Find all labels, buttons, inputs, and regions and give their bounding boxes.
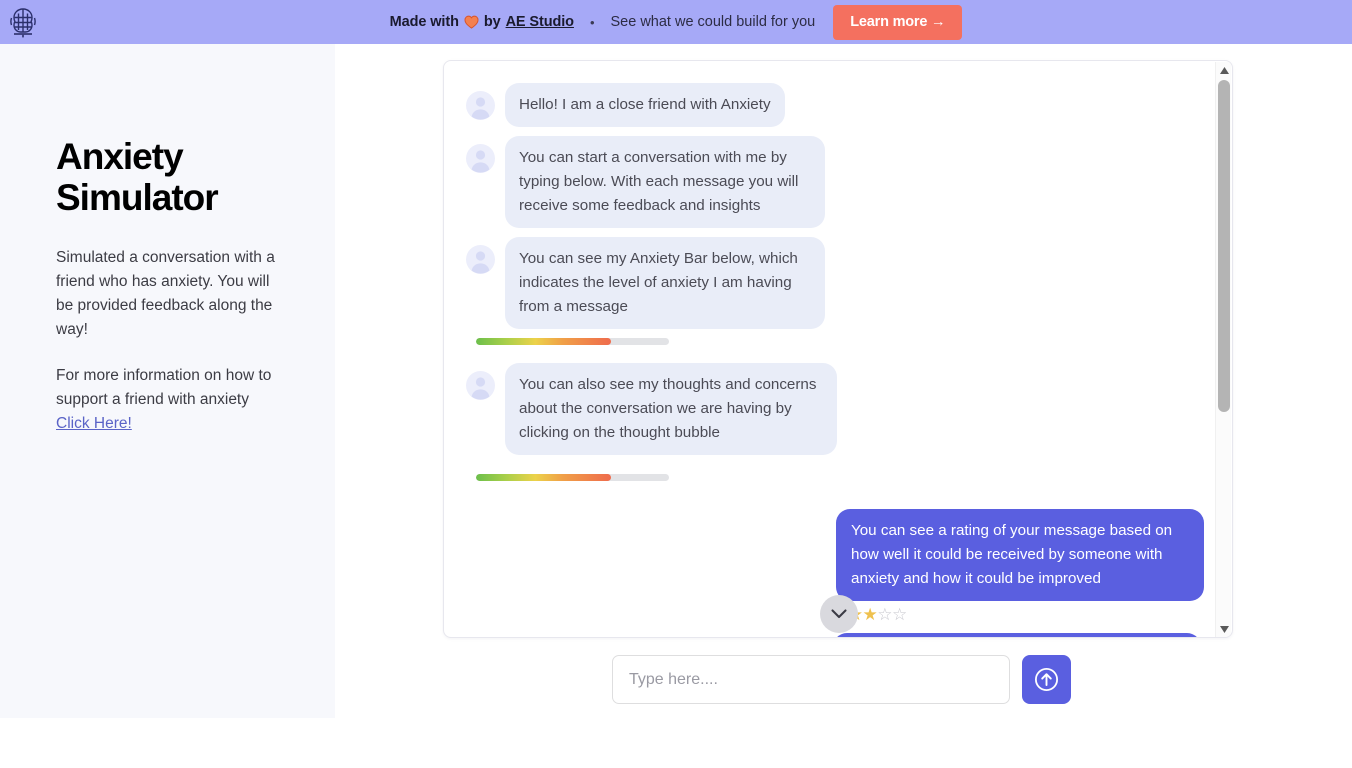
user-avatar-icon [466, 144, 495, 173]
banner-by: by [483, 14, 501, 30]
arrow-up-circle-icon [1034, 667, 1059, 692]
message-bubble: You can see my Anxiety Bar below, which … [505, 237, 825, 329]
message-with-anxiety-bar: You can see my Anxiety Bar below, which … [505, 237, 825, 329]
banner-made-with: Made with [389, 14, 459, 30]
banner-content: Made with by AE Studio • See what we cou… [0, 0, 1352, 44]
banner-tagline: See what we could build for you [610, 14, 816, 30]
page-title: Anxiety Simulator [56, 136, 219, 218]
rating-star[interactable]: ☆ [892, 605, 907, 625]
anxiety-bar [476, 338, 669, 345]
rating-star[interactable]: ★ [863, 605, 878, 625]
chat-scrollbar[interactable] [1215, 62, 1232, 637]
chat-message-bot: Hello! I am a close friend with Anxiety [444, 83, 1217, 127]
scroll-to-bottom-button[interactable] [820, 595, 858, 633]
message-input[interactable] [612, 655, 1010, 704]
user-avatar-icon [466, 371, 495, 400]
chat-message-list[interactable]: Hello! I am a close friend with Anxiety … [444, 61, 1217, 637]
message-bubble: You can also see my thoughts and concern… [505, 363, 837, 455]
send-button[interactable] [1022, 655, 1071, 704]
scrollbar-down-button[interactable] [1216, 621, 1232, 637]
sidebar-more-info: For more information on how to support a… [56, 364, 280, 436]
anxiety-bar-fill [476, 474, 612, 481]
user-avatar-icon [466, 91, 495, 120]
chat-message-bot: You can start a conversation with me by … [444, 136, 1217, 228]
scrollbar-up-button[interactable] [1216, 62, 1232, 79]
triangle-up-icon [1219, 67, 1229, 74]
sidebar-description: Simulated a conversation with a friend w… [56, 249, 275, 338]
chevron-down-icon [831, 608, 847, 618]
message-bubble: You can start a conversation with me by … [505, 136, 825, 228]
banner-separator: • [589, 14, 595, 30]
chat-message-user-partial [833, 633, 1201, 637]
scrollbar-thumb[interactable] [1218, 80, 1230, 412]
sidebar-more-info-text: For more information on how to support a… [56, 367, 272, 408]
message-composer [612, 655, 1071, 704]
rating-star[interactable]: ☆ [877, 605, 892, 625]
anxiety-bar-fill [476, 338, 612, 345]
message-bubble: You can see a rating of your message bas… [836, 509, 1204, 601]
chat-message-user: You can see a rating of your message bas… [444, 509, 1217, 601]
heart-icon [464, 15, 479, 32]
chat-message-bot: You can also see my thoughts and concern… [444, 363, 1217, 455]
triangle-down-icon [1219, 626, 1229, 633]
promo-banner: Made with by AE Studio • See what we cou… [0, 0, 1352, 44]
chat-panel: Hello! I am a close friend with Anxiety … [443, 60, 1233, 638]
chat-message-bot: You can see my Anxiety Bar below, which … [444, 237, 1217, 329]
message-bubble: Hello! I am a close friend with Anxiety [505, 83, 785, 127]
learn-more-button[interactable]: Learn more → [833, 4, 963, 40]
sidebar: Anxiety Simulator Simulated a conversati… [0, 44, 335, 718]
click-here-link[interactable]: Click Here! [56, 415, 132, 432]
anxiety-bar [476, 474, 669, 481]
user-avatar-icon [466, 245, 495, 274]
ae-studio-link[interactable]: AE Studio [506, 14, 574, 30]
